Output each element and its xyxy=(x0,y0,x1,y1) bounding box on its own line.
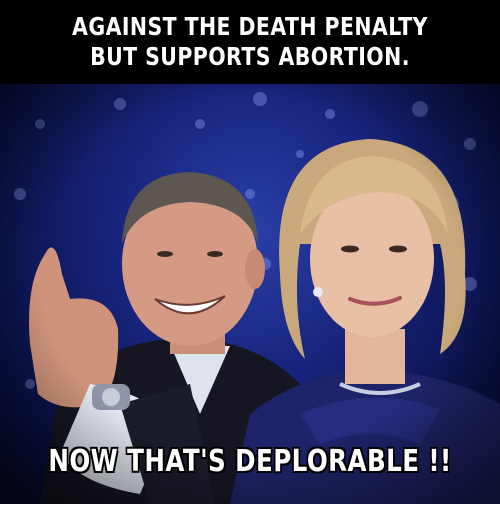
bottom-caption: NOW THAT'S DEPLORABLE !! xyxy=(48,444,452,479)
top-caption-banner: AGAINST THE DEATH PENALTY BUT SUPPORTS A… xyxy=(0,0,500,84)
vignette xyxy=(0,84,500,504)
photo xyxy=(0,84,500,504)
meme-image: AGAINST THE DEATH PENALTY BUT SUPPORTS A… xyxy=(0,0,500,522)
photo-illustration xyxy=(0,84,500,504)
bottom-border xyxy=(0,504,500,522)
top-caption: AGAINST THE DEATH PENALTY BUT SUPPORTS A… xyxy=(72,12,428,71)
